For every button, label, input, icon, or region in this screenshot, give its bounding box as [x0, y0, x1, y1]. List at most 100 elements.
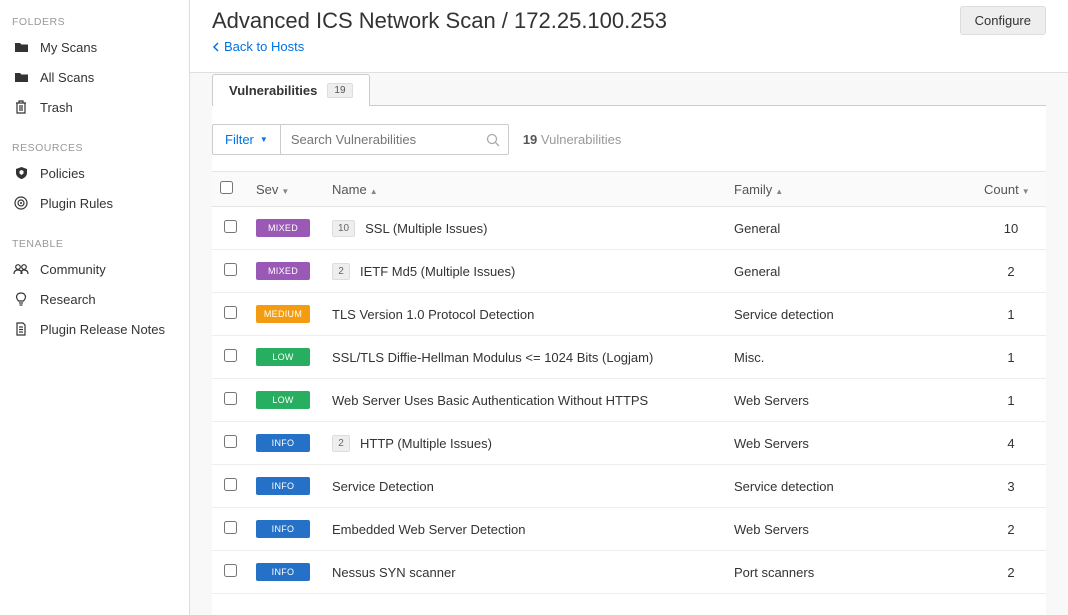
severity-badge: MIXED	[256, 262, 310, 280]
severity-badge: INFO	[256, 520, 310, 538]
table-row[interactable]: MIXED10SSL (Multiple Issues)General10	[212, 207, 1046, 250]
vuln-name: IETF Md5 (Multiple Issues)	[360, 264, 515, 279]
row-checkbox[interactable]	[224, 478, 237, 491]
configure-button[interactable]: Configure	[960, 6, 1046, 35]
tab-vulnerabilities[interactable]: Vulnerabilities 19	[212, 74, 370, 106]
vuln-count: 1	[976, 379, 1046, 422]
sidebar-section-title: TENABLE	[0, 232, 189, 254]
row-checkbox[interactable]	[224, 306, 237, 319]
vuln-family: General	[726, 250, 976, 293]
vuln-count: 2	[976, 551, 1046, 594]
row-checkbox[interactable]	[224, 263, 237, 276]
table-row[interactable]: INFO2HTTP (Multiple Issues)Web Servers4	[212, 422, 1046, 465]
sidebar-item-label: Plugin Release Notes	[40, 322, 165, 337]
tabs: Vulnerabilities 19	[190, 73, 1068, 105]
vuln-family: Web Servers	[726, 422, 976, 465]
sidebar-item-research[interactable]: Research	[0, 284, 189, 314]
doc-icon	[12, 321, 30, 337]
back-link-label: Back to Hosts	[224, 39, 304, 54]
row-checkbox[interactable]	[224, 220, 237, 233]
vuln-family: Service detection	[726, 293, 976, 336]
result-count: 19 Vulnerabilities	[523, 132, 622, 147]
vuln-name: Web Server Uses Basic Authentication Wit…	[332, 393, 648, 408]
tab-count-badge: 19	[327, 83, 352, 98]
bulb-icon	[12, 291, 30, 307]
filter-bar: Filter ▼ 19 Vulnerabilities	[212, 124, 1046, 155]
sidebar: FOLDERSMy ScansAll ScansTrashRESOURCESPo…	[0, 0, 190, 615]
row-checkbox[interactable]	[224, 392, 237, 405]
main: Advanced ICS Network Scan / 172.25.100.2…	[190, 0, 1068, 615]
table-row[interactable]: MEDIUM TLS Version 1.0 Protocol Detection…	[212, 293, 1046, 336]
col-header-name[interactable]: Name▲	[324, 172, 726, 207]
severity-badge: MEDIUM	[256, 305, 310, 323]
vuln-count: 1	[976, 293, 1046, 336]
filter-button-label: Filter	[225, 132, 254, 147]
filter-button[interactable]: Filter ▼	[212, 124, 281, 155]
vuln-name: HTTP (Multiple Issues)	[360, 436, 492, 451]
vuln-name: Service Detection	[332, 479, 434, 494]
col-header-checkbox	[212, 172, 248, 207]
row-checkbox[interactable]	[224, 564, 237, 577]
vuln-count: 3	[976, 465, 1046, 508]
table-row[interactable]: INFO Nessus SYN scanner Port scanners2	[212, 551, 1046, 594]
vuln-family: Web Servers	[726, 508, 976, 551]
sidebar-item-label: All Scans	[40, 70, 94, 85]
vuln-name: Nessus SYN scanner	[332, 565, 456, 580]
col-header-sev[interactable]: Sev▼	[248, 172, 324, 207]
target-icon	[12, 195, 30, 211]
sidebar-item-label: Research	[40, 292, 96, 307]
vuln-name: TLS Version 1.0 Protocol Detection	[332, 307, 534, 322]
vuln-family: Port scanners	[726, 551, 976, 594]
folder-icon	[12, 39, 30, 55]
vuln-name: Embedded Web Server Detection	[332, 522, 525, 537]
severity-badge: INFO	[256, 563, 310, 581]
sidebar-item-label: My Scans	[40, 40, 97, 55]
tab-label: Vulnerabilities	[229, 83, 317, 98]
vulnerabilities-table: Sev▼ Name▲ Family▲ Count▼ MIXED10SSL (Mu…	[212, 171, 1046, 594]
sidebar-item-plugin-rules[interactable]: Plugin Rules	[0, 188, 189, 218]
vuln-count: 1	[976, 336, 1046, 379]
vuln-family: General	[726, 207, 976, 250]
folder-icon	[12, 69, 30, 85]
severity-badge: LOW	[256, 348, 310, 366]
table-row[interactable]: INFO Embedded Web Server Detection Web Ser…	[212, 508, 1046, 551]
content: Filter ▼ 19 Vulnerabilities	[212, 105, 1046, 615]
col-header-family[interactable]: Family▲	[726, 172, 976, 207]
header: Advanced ICS Network Scan / 172.25.100.2…	[190, 0, 1068, 73]
back-to-hosts-link[interactable]: Back to Hosts	[212, 39, 1046, 54]
search-wrap	[281, 124, 509, 155]
table-row[interactable]: LOWSSL/TLS Diffie-Hellman Modulus <= 102…	[212, 336, 1046, 379]
group-count-badge: 2	[332, 435, 350, 452]
vuln-count: 10	[976, 207, 1046, 250]
sidebar-item-policies[interactable]: Policies	[0, 158, 189, 188]
table-row[interactable]: INFO Service Detection Service detection3	[212, 465, 1046, 508]
group-count-badge: 10	[332, 220, 355, 237]
table-row[interactable]: LOW Web Server Uses Basic Authentication …	[212, 379, 1046, 422]
sidebar-item-trash[interactable]: Trash	[0, 92, 189, 122]
severity-badge: MIXED	[256, 219, 310, 237]
row-checkbox[interactable]	[224, 521, 237, 534]
group-count-badge: 2	[332, 263, 350, 280]
vuln-count: 2	[976, 250, 1046, 293]
search-input[interactable]	[281, 125, 508, 154]
trash-icon	[12, 99, 30, 115]
sort-asc-icon: ▲	[370, 187, 378, 196]
select-all-checkbox[interactable]	[220, 181, 233, 194]
search-icon	[486, 133, 500, 147]
users-icon	[12, 261, 30, 277]
row-checkbox[interactable]	[224, 435, 237, 448]
sidebar-item-my-scans[interactable]: My Scans	[0, 32, 189, 62]
severity-badge: LOW	[256, 391, 310, 409]
sidebar-item-all-scans[interactable]: All Scans	[0, 62, 189, 92]
sidebar-item-label: Community	[40, 262, 106, 277]
page-title: Advanced ICS Network Scan / 172.25.100.2…	[212, 8, 667, 34]
table-row[interactable]: MIXED2IETF Md5 (Multiple Issues)General2	[212, 250, 1046, 293]
chevron-left-icon	[212, 42, 220, 52]
row-checkbox[interactable]	[224, 349, 237, 362]
sort-desc-icon: ▼	[1022, 187, 1030, 196]
severity-badge: INFO	[256, 477, 310, 495]
sidebar-item-plugin-release-notes[interactable]: Plugin Release Notes	[0, 314, 189, 344]
vuln-family: Service detection	[726, 465, 976, 508]
col-header-count[interactable]: Count▼	[976, 172, 1046, 207]
sidebar-item-community[interactable]: Community	[0, 254, 189, 284]
